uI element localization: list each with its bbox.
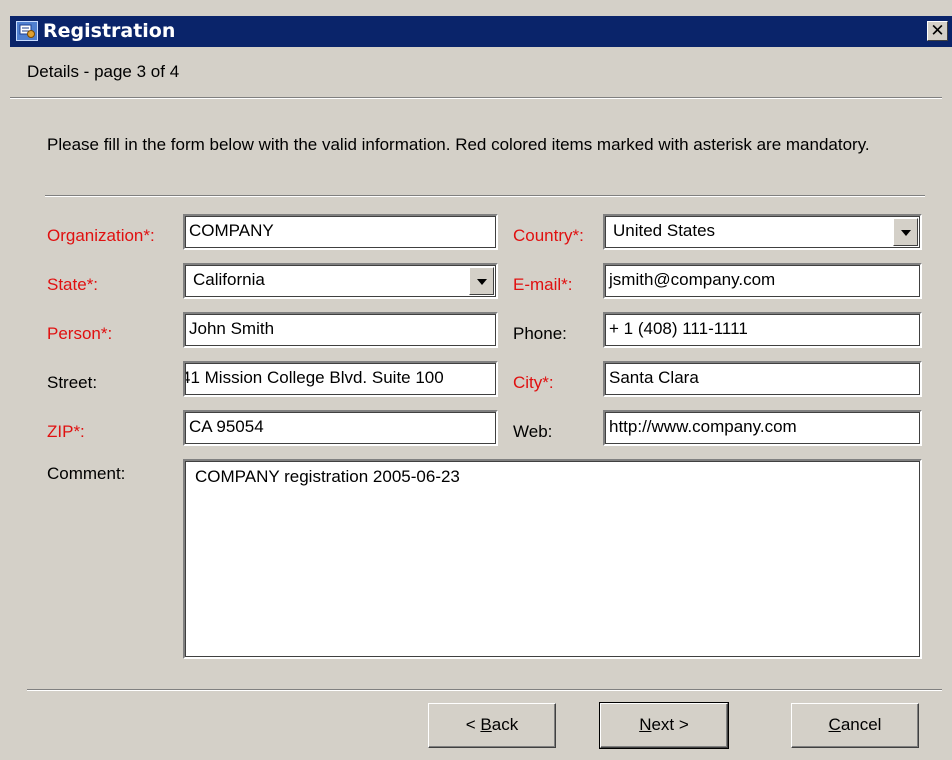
email-value: jsmith@company.com xyxy=(609,270,776,289)
zip-field[interactable]: CA 95054 xyxy=(183,410,498,446)
back-button[interactable]: < Back xyxy=(428,703,556,748)
next-button[interactable]: Next > xyxy=(599,702,729,749)
comment-textarea[interactable]: COMPANY registration 2005-06-23 xyxy=(183,459,922,659)
comment-value: COMPANY registration 2005-06-23 xyxy=(195,467,460,486)
dropdown-arrow-icon[interactable] xyxy=(893,218,918,246)
cancel-button-mnemonic: C xyxy=(828,715,841,734)
cancel-button[interactable]: Cancel xyxy=(791,703,919,748)
back-button-mnemonic: B xyxy=(480,715,492,734)
web-value: http://www.company.com xyxy=(609,417,797,436)
registration-dialog: Registration ✕ Details - page 3 of 4 Ple… xyxy=(0,0,952,760)
window-title: Registration xyxy=(43,20,176,42)
country-label: Country*: xyxy=(513,226,584,245)
close-icon[interactable]: ✕ xyxy=(927,21,948,41)
phone-field[interactable]: + 1 (408) 111-1111 xyxy=(603,312,922,348)
country-select[interactable]: United States xyxy=(603,214,922,250)
next-button-mnemonic: N xyxy=(639,715,652,734)
page-subtitle: Details - page 3 of 4 xyxy=(27,62,180,81)
zip-value: CA 95054 xyxy=(189,417,264,436)
phone-value: + 1 (408) 111-1111 xyxy=(609,319,748,338)
title-bar[interactable]: Registration ✕ xyxy=(10,16,952,47)
comment-label: Comment: xyxy=(47,464,126,483)
cancel-button-label-suffix: ancel xyxy=(840,715,882,734)
person-field[interactable]: John Smith xyxy=(183,312,498,348)
email-field[interactable]: jsmith@company.com xyxy=(603,263,922,299)
zip-label: ZIP*: xyxy=(47,422,85,441)
city-field[interactable]: Santa Clara xyxy=(603,361,922,397)
instructions-divider xyxy=(45,195,925,197)
dropdown-arrow-icon[interactable] xyxy=(469,267,494,295)
country-value: United States xyxy=(613,221,716,240)
state-select[interactable]: California xyxy=(183,263,498,299)
state-label: State*: xyxy=(47,275,99,294)
instructions-text: Please fill in the form below with the v… xyxy=(47,135,870,154)
person-value: John Smith xyxy=(189,319,275,338)
city-value: Santa Clara xyxy=(609,368,699,387)
city-label: City*: xyxy=(513,373,554,392)
state-value: California xyxy=(193,270,265,289)
back-button-label-suffix: ack xyxy=(491,715,519,734)
organization-field[interactable]: COMPANY xyxy=(183,214,498,250)
person-label: Person*: xyxy=(47,324,113,343)
next-button-label-suffix: ext > xyxy=(651,715,689,734)
organization-label: Organization*: xyxy=(47,226,155,245)
footer-divider xyxy=(27,689,942,691)
street-field[interactable]: 41 Mission College Blvd. Suite 100 xyxy=(183,361,498,397)
header-divider xyxy=(10,97,942,99)
registration-app-icon xyxy=(16,21,38,41)
web-label: Web: xyxy=(513,422,553,441)
email-label: E-mail*: xyxy=(513,275,573,294)
web-field[interactable]: http://www.company.com xyxy=(603,410,922,446)
back-button-label-prefix: < xyxy=(465,715,481,734)
street-value: 41 Mission College Blvd. Suite 100 xyxy=(183,368,444,387)
street-label: Street: xyxy=(47,373,98,392)
organization-value: COMPANY xyxy=(189,221,274,240)
phone-label: Phone: xyxy=(513,324,567,343)
